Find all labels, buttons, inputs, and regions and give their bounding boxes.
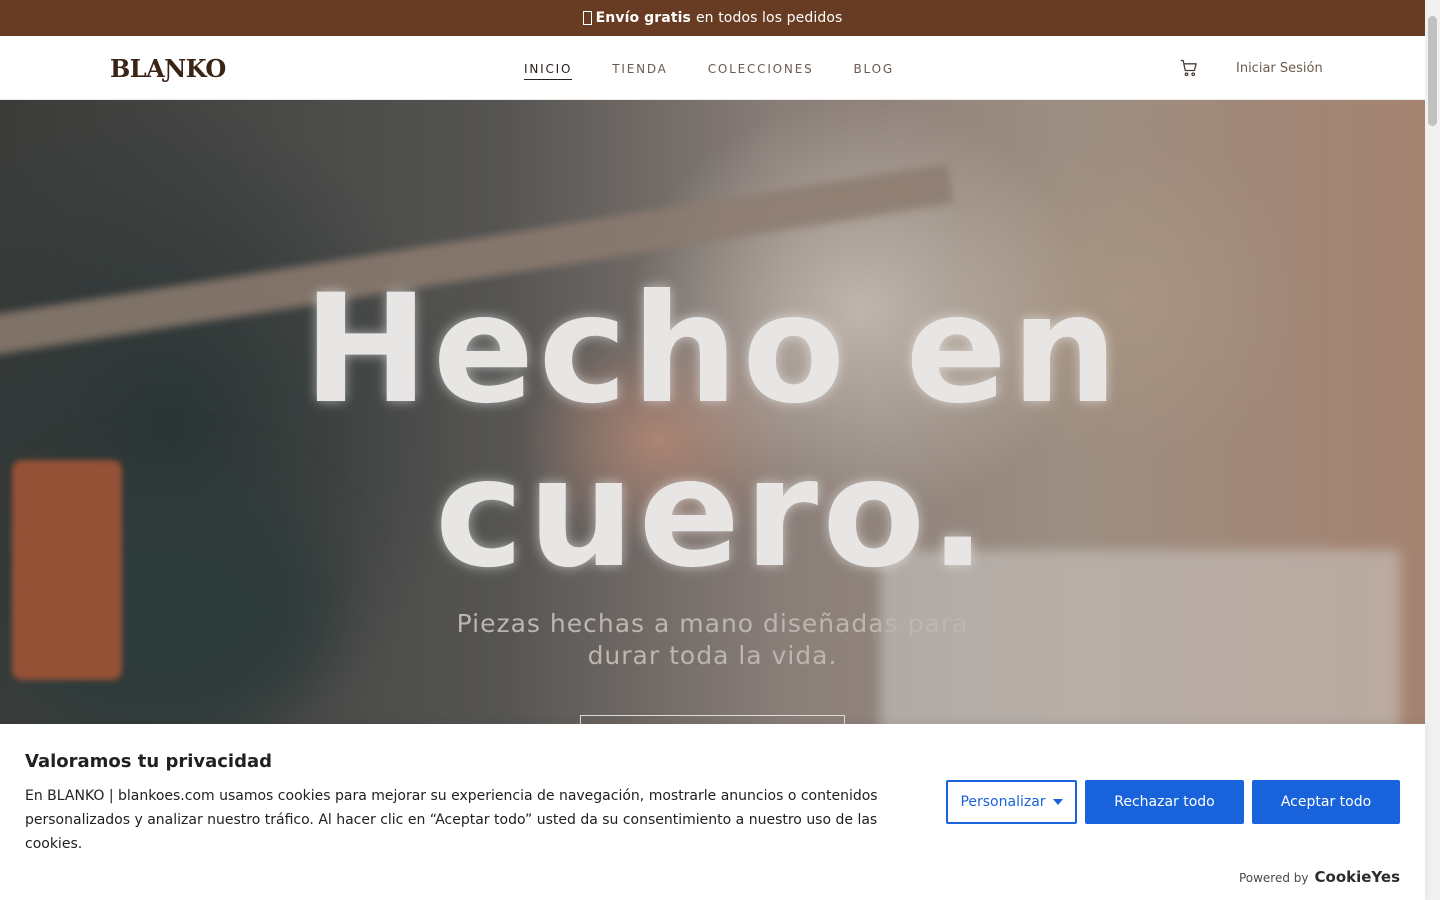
announcement-text: en todos los pedidos: [695, 10, 843, 26]
cookie-text: En BLANKO | blankoes.com usamos cookies …: [25, 788, 878, 852]
cookieyes-logo[interactable]: CookieYes: [1315, 868, 1401, 886]
brand-logo[interactable]: BLAƝKO: [110, 54, 226, 83]
customize-button[interactable]: Personalizar: [946, 780, 1077, 824]
hero-subtitle: Piezas hechas a mano diseñadas para dura…: [456, 609, 969, 670]
reject-all-button[interactable]: Rechazar todo: [1085, 780, 1244, 824]
customize-label: Personalizar: [960, 794, 1046, 810]
nav-item-inicio[interactable]: INICIO: [524, 62, 573, 80]
hero-cta-button[interactable]: [580, 715, 845, 724]
nav-item-tienda[interactable]: TIENDA: [612, 62, 667, 80]
hero-title-line2: cuero.: [434, 427, 991, 601]
hero-title-line1: Hecho en: [303, 263, 1122, 437]
announcement-bold: Envío gratis: [595, 10, 691, 26]
nav-item-colecciones[interactable]: COLECCIONES: [708, 62, 814, 80]
login-link[interactable]: Iniciar Sesión: [1236, 61, 1323, 76]
scrollbar-thumb[interactable]: [1428, 16, 1437, 126]
accept-all-button[interactable]: Aceptar todo: [1252, 780, 1400, 824]
powered-by-label: Powered by: [1238, 871, 1309, 885]
page-scrollbar[interactable]: [1425, 0, 1440, 900]
powered-by: Powered by CookieYes: [1239, 868, 1400, 886]
hero-title: Hecho en cuero.: [0, 268, 1425, 596]
cart-icon[interactable]: [1179, 58, 1199, 78]
nav-item-blog[interactable]: BLOG: [854, 62, 894, 80]
caret-down-icon: [1052, 799, 1063, 805]
cookie-banner: Valoramos tu privacidad En BLANKO | blan…: [0, 724, 1425, 900]
hero-section: Hecho en cuero. Piezas hechas a mano dis…: [0, 100, 1425, 724]
main-nav: INICIO TIENDA COLECCIONES BLOG: [524, 62, 894, 80]
cookie-title: Valoramos tu privacidad: [25, 751, 273, 772]
announcement-bar: Envío gratis en todos los pedidos: [0, 0, 1425, 36]
gift-icon: [582, 11, 592, 25]
site-header: BLAƝKO INICIO TIENDA COLECCIONES BLOG In…: [0, 36, 1425, 100]
